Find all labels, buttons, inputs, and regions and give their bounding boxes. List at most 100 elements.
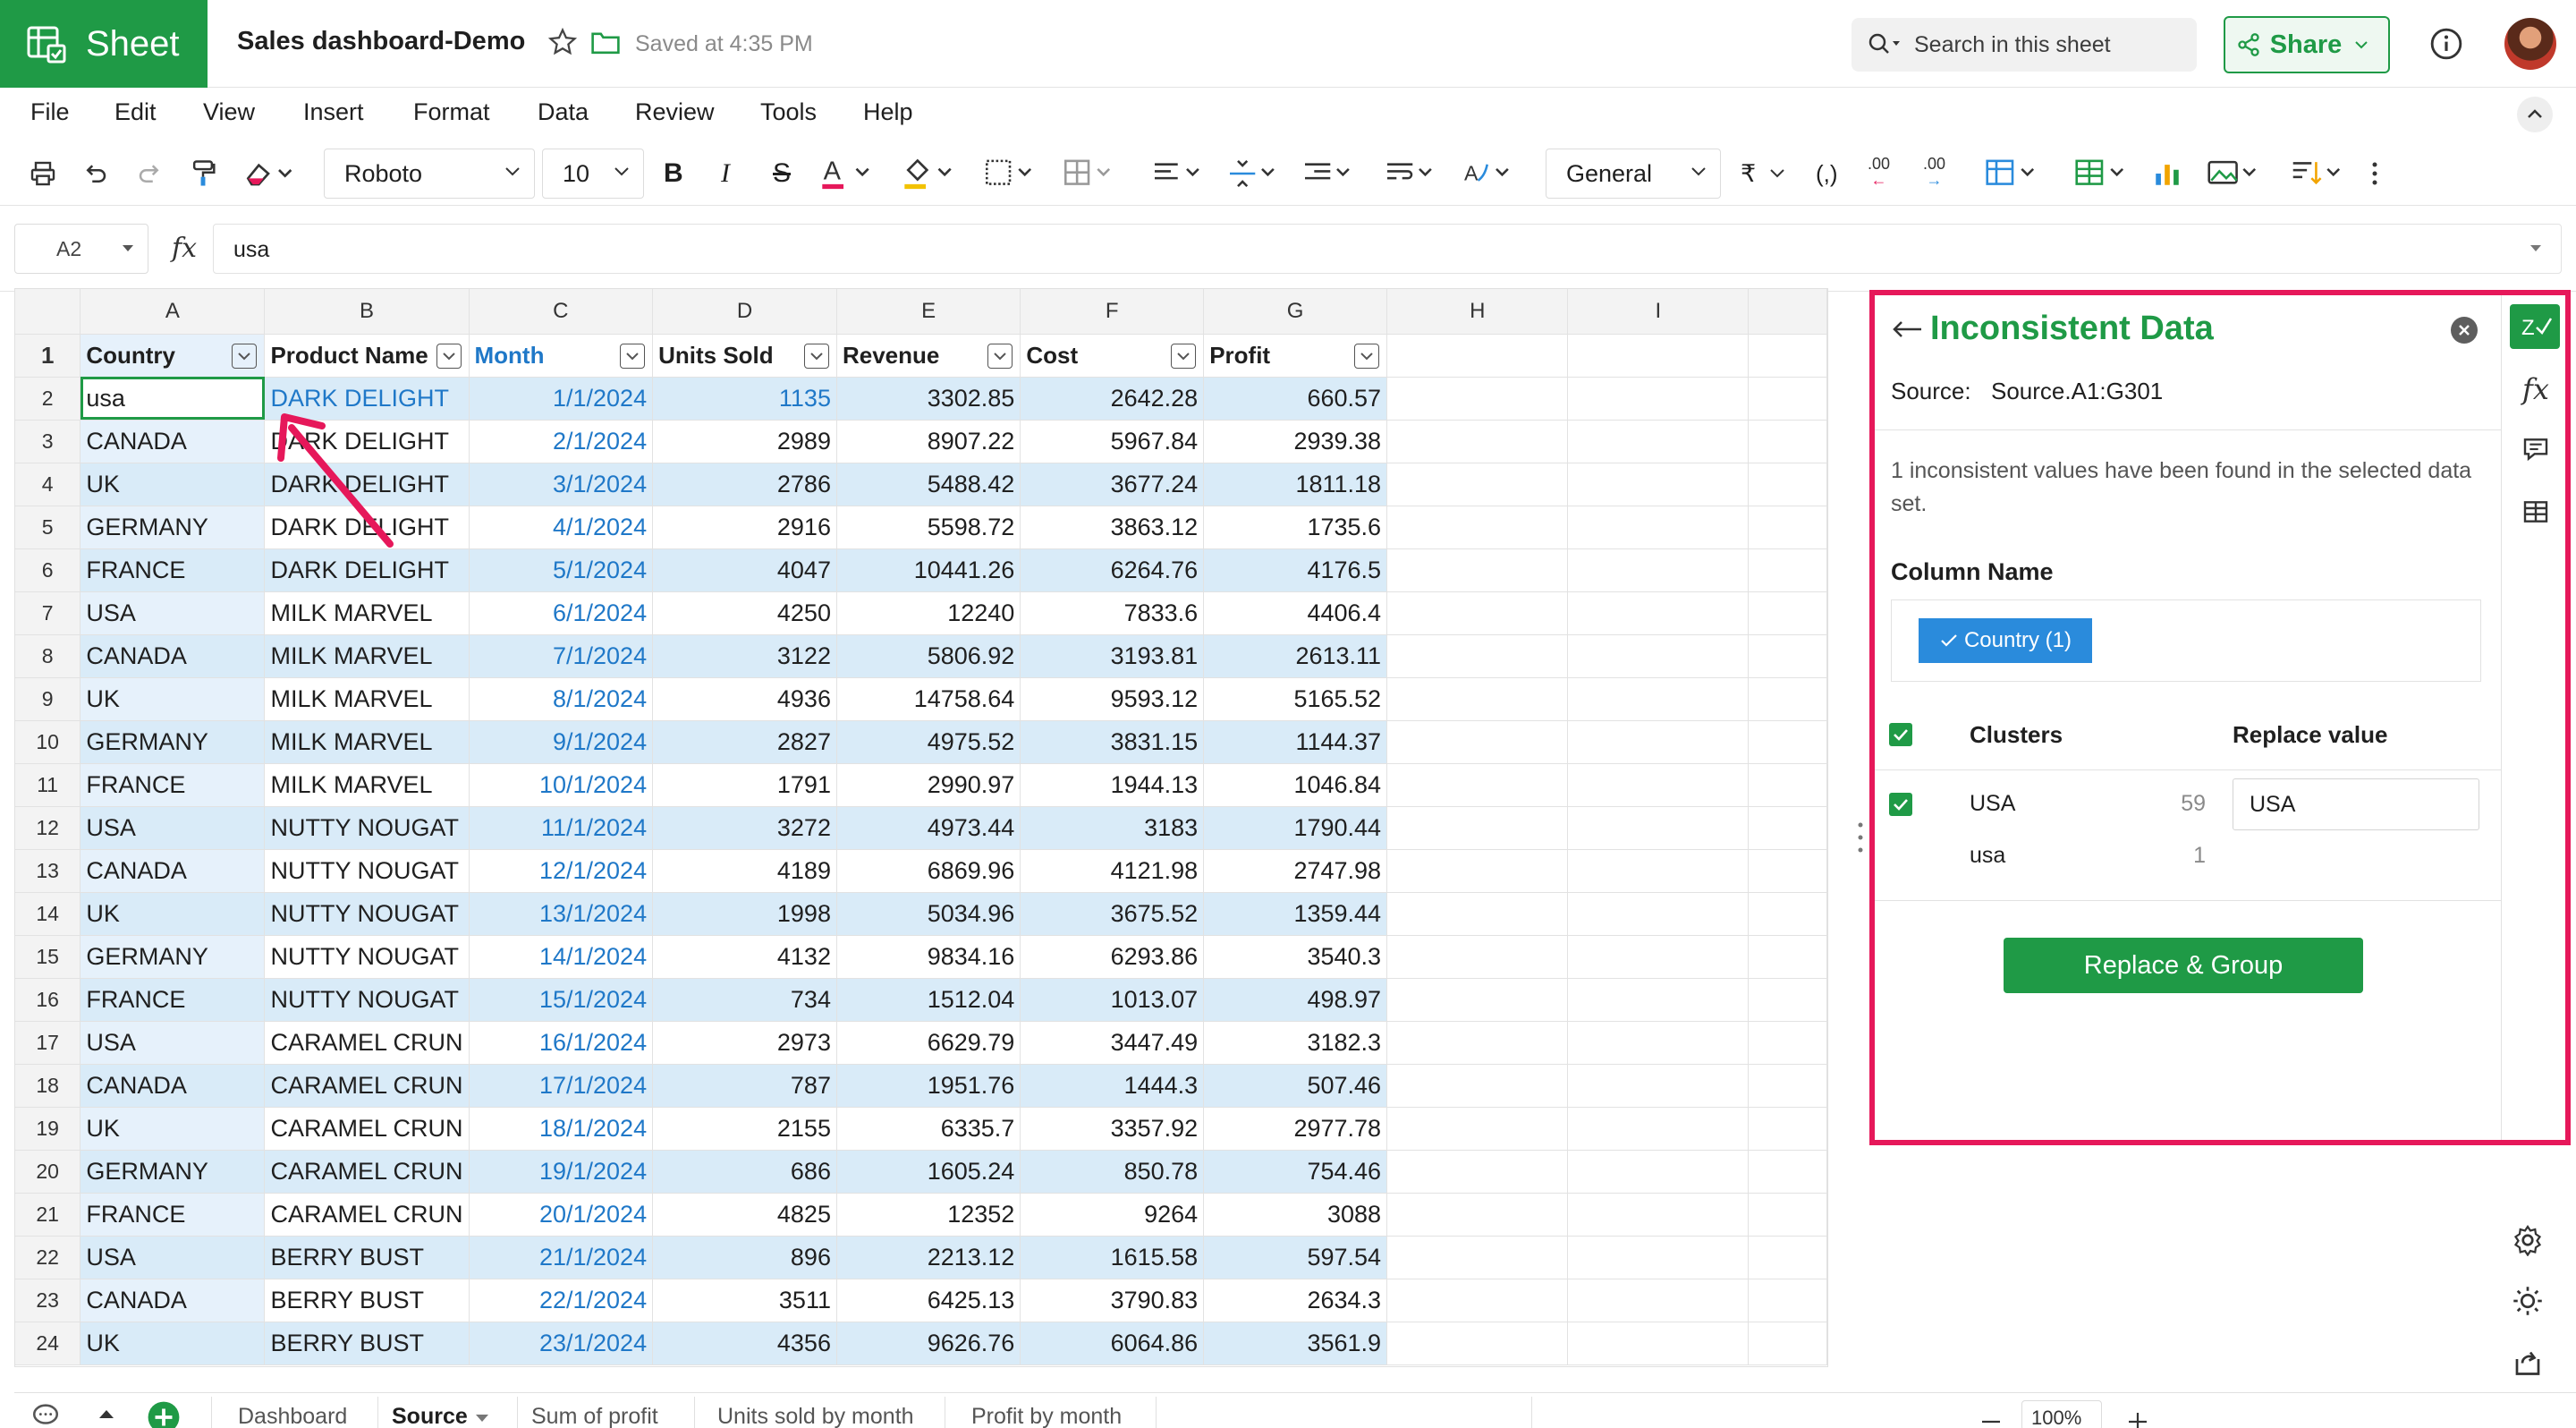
cell[interactable]: 3357.92: [1020, 1107, 1205, 1151]
row-header[interactable]: 1: [15, 334, 81, 378]
cell[interactable]: MILK MARVEL: [264, 720, 470, 764]
cell[interactable]: [1567, 420, 1750, 463]
header-cell[interactable]: Profit: [1203, 334, 1388, 378]
cell[interactable]: 5/1/2024: [469, 548, 654, 592]
cell[interactable]: 9/1/2024: [469, 720, 654, 764]
chat-icon[interactable]: [30, 1400, 61, 1428]
clear-format-icon[interactable]: [243, 156, 293, 191]
cell[interactable]: UK: [80, 892, 266, 936]
cell[interactable]: 11/1/2024: [469, 806, 654, 850]
cell[interactable]: NUTTY NOUGAT: [264, 849, 470, 893]
cell[interactable]: USA: [80, 806, 266, 850]
cell[interactable]: 10/1/2024: [469, 763, 654, 807]
cell[interactable]: [1567, 849, 1750, 893]
cell[interactable]: 14/1/2024: [469, 935, 654, 979]
cell[interactable]: 9834.16: [836, 935, 1021, 979]
cell[interactable]: UK: [80, 677, 266, 721]
bold-icon[interactable]: B: [664, 156, 683, 191]
cell[interactable]: 4406.4: [1203, 591, 1388, 635]
row-header[interactable]: 22: [15, 1236, 81, 1279]
cell[interactable]: [1386, 978, 1569, 1022]
number-format-select[interactable]: General: [1546, 149, 1721, 199]
filter-dropdown-icon[interactable]: [803, 343, 829, 369]
cell[interactable]: [1386, 1279, 1569, 1322]
cell[interactable]: 7833.6: [1020, 591, 1205, 635]
cell[interactable]: [1386, 1021, 1569, 1065]
cell[interactable]: [1386, 1322, 1569, 1365]
cell[interactable]: MILK MARVEL: [264, 634, 470, 678]
cell[interactable]: DARK DELIGHT: [264, 506, 470, 549]
cell[interactable]: [1386, 548, 1569, 592]
cell[interactable]: [1567, 1150, 1750, 1194]
column-header-d[interactable]: D: [652, 289, 837, 335]
cell[interactable]: [1386, 806, 1569, 850]
cell[interactable]: 9626.76: [836, 1322, 1021, 1365]
cell[interactable]: 1046.84: [1203, 763, 1388, 807]
cell[interactable]: FRANCE: [80, 1193, 266, 1237]
document-title[interactable]: Sales dashboard-Demo: [237, 27, 525, 56]
cell[interactable]: 3863.12: [1020, 506, 1205, 549]
cell[interactable]: UK: [80, 1322, 266, 1365]
cell[interactable]: 4975.52: [836, 720, 1021, 764]
cell[interactable]: 5967.84: [1020, 420, 1205, 463]
cell[interactable]: 4936: [652, 677, 837, 721]
row-header[interactable]: 23: [15, 1279, 81, 1322]
cell[interactable]: GERMANY: [80, 935, 266, 979]
menu-review[interactable]: Review: [635, 98, 715, 126]
currency-format-icon[interactable]: ₹: [1741, 156, 1786, 191]
avatar[interactable]: [2504, 18, 2556, 70]
cell[interactable]: [1567, 377, 1750, 421]
cell[interactable]: CARAMEL CRUN: [264, 1150, 470, 1194]
row-header[interactable]: 14: [15, 892, 81, 936]
cell[interactable]: [1567, 763, 1750, 807]
row-header[interactable]: 9: [15, 677, 81, 721]
header-cell[interactable]: Cost: [1020, 334, 1205, 378]
cell[interactable]: 3122: [652, 634, 837, 678]
vertical-align-icon[interactable]: [1227, 156, 1281, 191]
column-chip-country[interactable]: Country (1): [1919, 618, 2092, 663]
cell[interactable]: CANADA: [80, 634, 266, 678]
row-header[interactable]: 16: [15, 978, 81, 1022]
cell[interactable]: 1359.44: [1203, 892, 1388, 936]
cell[interactable]: BERRY BUST: [264, 1279, 470, 1322]
cell[interactable]: 1013.07: [1020, 978, 1205, 1022]
cell[interactable]: 5165.52: [1203, 677, 1388, 721]
sheet-tab-sum-of-profit[interactable]: Sum of profit: [531, 1404, 658, 1428]
cell[interactable]: 13/1/2024: [469, 892, 654, 936]
column-header-i[interactable]: I: [1567, 289, 1750, 335]
cell[interactable]: 5488.42: [836, 463, 1021, 506]
italic-icon[interactable]: I: [721, 156, 730, 191]
cell[interactable]: 1998: [652, 892, 837, 936]
filter-dropdown-icon[interactable]: [436, 343, 462, 369]
cell[interactable]: CANADA: [80, 849, 266, 893]
menu-help[interactable]: Help: [863, 98, 913, 126]
cell[interactable]: 3831.15: [1020, 720, 1205, 764]
row-header[interactable]: 10: [15, 720, 81, 764]
cell[interactable]: 3447.49: [1020, 1021, 1205, 1065]
select-all-corner[interactable]: [15, 289, 81, 335]
cell[interactable]: 2642.28: [1020, 377, 1205, 421]
cell[interactable]: 1605.24: [836, 1150, 1021, 1194]
sort-icon[interactable]: [2290, 156, 2347, 191]
cell[interactable]: MILK MARVEL: [264, 763, 470, 807]
cell[interactable]: BERRY BUST: [264, 1322, 470, 1365]
cell[interactable]: 7/1/2024: [469, 634, 654, 678]
cell[interactable]: [1386, 849, 1569, 893]
increase-decimal-icon[interactable]: .00 →: [1923, 156, 1945, 191]
header-cell[interactable]: [1386, 334, 1569, 378]
data-cleaning-icon[interactable]: Z: [2510, 304, 2560, 349]
menu-view[interactable]: View: [203, 98, 255, 126]
functions-icon[interactable]: fx: [2522, 372, 2549, 406]
close-icon[interactable]: [2451, 317, 2478, 344]
cell[interactable]: [1386, 763, 1569, 807]
cell[interactable]: 3561.9: [1203, 1322, 1388, 1365]
cell[interactable]: 16/1/2024: [469, 1021, 654, 1065]
cell[interactable]: [1386, 1236, 1569, 1279]
cell[interactable]: 734: [652, 978, 837, 1022]
cell[interactable]: [1567, 1279, 1750, 1322]
cell[interactable]: 6335.7: [836, 1107, 1021, 1151]
cell[interactable]: 12240: [836, 591, 1021, 635]
cell[interactable]: [1567, 506, 1750, 549]
row-header[interactable]: 21: [15, 1193, 81, 1237]
cell[interactable]: NUTTY NOUGAT: [264, 978, 470, 1022]
